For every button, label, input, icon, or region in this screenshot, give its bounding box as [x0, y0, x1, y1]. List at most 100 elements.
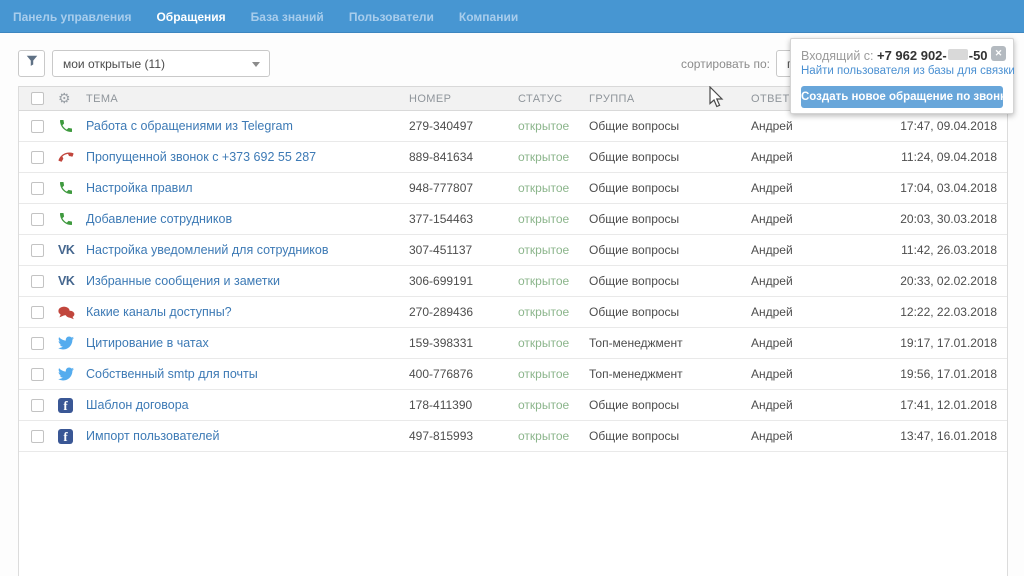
header-tema: ТЕМА	[86, 93, 409, 105]
ticket-status: открытое	[518, 212, 589, 226]
ticket-subject-link[interactable]: Какие каналы доступны?	[86, 305, 232, 319]
ticket-subject-link[interactable]: Пропущенной звонок с +373 692 55 287	[86, 150, 316, 164]
vk-channel-icon: VK	[58, 243, 86, 257]
ticket-subject-link[interactable]: Цитирование в чатах	[86, 336, 209, 350]
table-row[interactable]: Собственный smtp для почты 400-776876 от…	[19, 359, 1007, 390]
filter-button[interactable]	[18, 50, 45, 77]
ticket-number: 497-815993	[409, 429, 518, 443]
table-row[interactable]: Цитирование в чатах 159-398331 открытое …	[19, 328, 1007, 359]
ticket-subject-link[interactable]: Работа с обращениями из Telegram	[86, 119, 293, 133]
gear-icon[interactable]: ⚙	[58, 90, 71, 106]
ticket-group: Общие вопросы	[589, 181, 751, 195]
ticket-date: 13:47, 16.01.2018	[871, 429, 997, 443]
row-checkbox[interactable]	[31, 337, 44, 350]
nav-item-tickets[interactable]: Обращения	[156, 10, 225, 24]
row-checkbox[interactable]	[31, 120, 44, 133]
ticket-date: 17:41, 12.01.2018	[871, 398, 997, 412]
phone-green-channel-icon	[58, 118, 86, 134]
table-row[interactable]: VK Настройка уведомлений для сотрудников…	[19, 235, 1007, 266]
phone-number-suffix: -50	[969, 48, 988, 63]
filter-dropdown[interactable]: мои открытые (11)	[52, 50, 270, 77]
chat-red-channel-icon	[58, 305, 86, 320]
nav-item-users[interactable]: Пользователи	[349, 10, 434, 24]
incoming-label: Входящий с:	[801, 49, 874, 63]
ticket-subject-link[interactable]: Собственный smtp для почты	[86, 367, 258, 381]
nav-item-control-panel[interactable]: Панель управления	[13, 10, 131, 24]
row-checkbox[interactable]	[31, 399, 44, 412]
ticket-group: Общие вопросы	[589, 274, 751, 288]
table-row[interactable]: Пропущенной звонок с +373 692 55 287 889…	[19, 142, 1007, 173]
header-nomer: НОМЕР	[409, 93, 518, 105]
ticket-group: Общие вопросы	[589, 150, 751, 164]
ticket-date: 17:04, 03.04.2018	[871, 181, 997, 195]
table-row[interactable]: Добавление сотрудников 377-154463 открыт…	[19, 204, 1007, 235]
table-row[interactable]: Настройка правил 948-777807 открытое Общ…	[19, 173, 1007, 204]
row-checkbox[interactable]	[31, 151, 44, 164]
phone-green-channel-icon	[58, 211, 86, 227]
ticket-subject-link[interactable]: Добавление сотрудников	[86, 212, 232, 226]
ticket-number: 306-699191	[409, 274, 518, 288]
phone-number-prefix: +7 962 902-	[877, 48, 947, 63]
ticket-assignee: Андрей	[751, 243, 871, 257]
sort-by-label: сортировать по:	[681, 57, 770, 71]
row-checkbox[interactable]	[31, 244, 44, 257]
ticket-subject-link[interactable]: Шаблон договора	[86, 398, 189, 412]
main-nav: Панель управления Обращения База знаний …	[13, 0, 518, 33]
vk-channel-icon: VK	[58, 274, 86, 288]
table-row[interactable]: Работа с обращениями из Telegram 279-340…	[19, 111, 1007, 142]
row-checkbox[interactable]	[31, 306, 44, 319]
row-checkbox[interactable]	[31, 182, 44, 195]
ticket-subject-link[interactable]: Настройка уведомлений для сотрудников	[86, 243, 329, 257]
ticket-assignee: Андрей	[751, 367, 871, 381]
ticket-number: 889-841634	[409, 150, 518, 164]
ticket-number: 307-451137	[409, 243, 518, 257]
ticket-status: открытое	[518, 274, 589, 288]
link-user-from-base[interactable]: Найти пользователя из базы для связки	[801, 65, 1003, 77]
ticket-group: Общие вопросы	[589, 243, 751, 257]
ticket-number: 159-398331	[409, 336, 518, 350]
incoming-call-line: Входящий с: +7 962 902- -50	[801, 48, 1003, 63]
twitter-channel-icon	[58, 336, 86, 350]
twitter-channel-icon	[58, 367, 86, 381]
phone-red-channel-icon	[58, 149, 86, 165]
ticket-assignee: Андрей	[751, 429, 871, 443]
ticket-status: открытое	[518, 429, 589, 443]
row-checkbox[interactable]	[31, 430, 44, 443]
ticket-status: открытое	[518, 305, 589, 319]
create-ticket-from-call-button[interactable]: Создать новое обращение по звонку	[801, 86, 1003, 108]
masked-phone-digits	[948, 49, 968, 60]
row-checkbox[interactable]	[31, 275, 44, 288]
nav-item-companies[interactable]: Компании	[459, 10, 518, 24]
ticket-assignee: Андрей	[751, 150, 871, 164]
ticket-date: 17:47, 09.04.2018	[871, 119, 997, 133]
select-all-checkbox[interactable]	[31, 92, 44, 105]
nav-item-knowledge-base[interactable]: База знаний	[251, 10, 324, 24]
row-checkbox[interactable]	[31, 213, 44, 226]
ticket-status: открытое	[518, 367, 589, 381]
table-row[interactable]: f Импорт пользователей 497-815993 открыт…	[19, 421, 1007, 452]
ticket-date: 20:03, 30.03.2018	[871, 212, 997, 226]
phone-green-channel-icon	[58, 180, 86, 196]
ticket-number: 948-777807	[409, 181, 518, 195]
row-checkbox[interactable]	[31, 368, 44, 381]
ticket-subject-link[interactable]: Настройка правил	[86, 181, 193, 195]
tickets-table: ⚙ ТЕМА НОМЕР СТАТУС ГРУППА ОТВЕТСТВЕННЫЙ…	[18, 86, 1008, 576]
ticket-date: 12:22, 22.03.2018	[871, 305, 997, 319]
close-icon[interactable]: ✕	[991, 46, 1006, 61]
ticket-status: открытое	[518, 243, 589, 257]
ticket-date: 20:33, 02.02.2018	[871, 274, 997, 288]
ticket-group: Общие вопросы	[589, 305, 751, 319]
table-row[interactable]: VK Избранные сообщения и заметки 306-699…	[19, 266, 1007, 297]
table-row[interactable]: f Шаблон договора 178-411390 открытое Об…	[19, 390, 1007, 421]
ticket-date: 19:17, 17.01.2018	[871, 336, 997, 350]
ticket-subject-link[interactable]: Избранные сообщения и заметки	[86, 274, 280, 288]
facebook-channel-icon: f	[58, 429, 86, 444]
ticket-assignee: Андрей	[751, 212, 871, 226]
ticket-rows: Работа с обращениями из Telegram 279-340…	[19, 111, 1007, 452]
ticket-number: 279-340497	[409, 119, 518, 133]
ticket-assignee: Андрей	[751, 119, 871, 133]
ticket-number: 178-411390	[409, 398, 518, 412]
ticket-subject-link[interactable]: Импорт пользователей	[86, 429, 220, 443]
ticket-group: Топ-менеджмент	[589, 367, 751, 381]
table-row[interactable]: Какие каналы доступны? 270-289436 открыт…	[19, 297, 1007, 328]
